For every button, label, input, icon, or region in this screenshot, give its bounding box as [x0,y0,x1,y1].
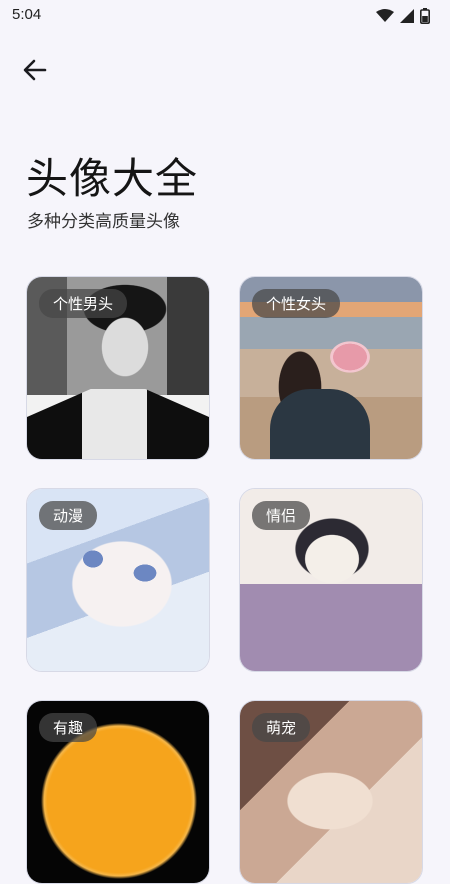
category-label: 动漫 [39,501,98,530]
category-card-male[interactable]: 个性男头 [26,276,210,460]
category-label: 个性男头 [39,289,128,318]
category-card-pet[interactable]: 萌宠 [239,700,423,884]
category-label: 个性女头 [252,289,341,318]
category-card-anime[interactable]: 动漫 [26,488,210,672]
category-card-female[interactable]: 个性女头 [239,276,423,460]
category-label: 萌宠 [252,713,311,742]
category-card-couple[interactable]: 情侣 [239,488,423,672]
category-grid: 个性男头 个性女头 动漫 情侣 有趣 萌宠 [0,0,450,884]
category-card-funny[interactable]: 有趣 [26,700,210,884]
category-label: 有趣 [39,713,98,742]
category-label: 情侣 [252,501,311,530]
